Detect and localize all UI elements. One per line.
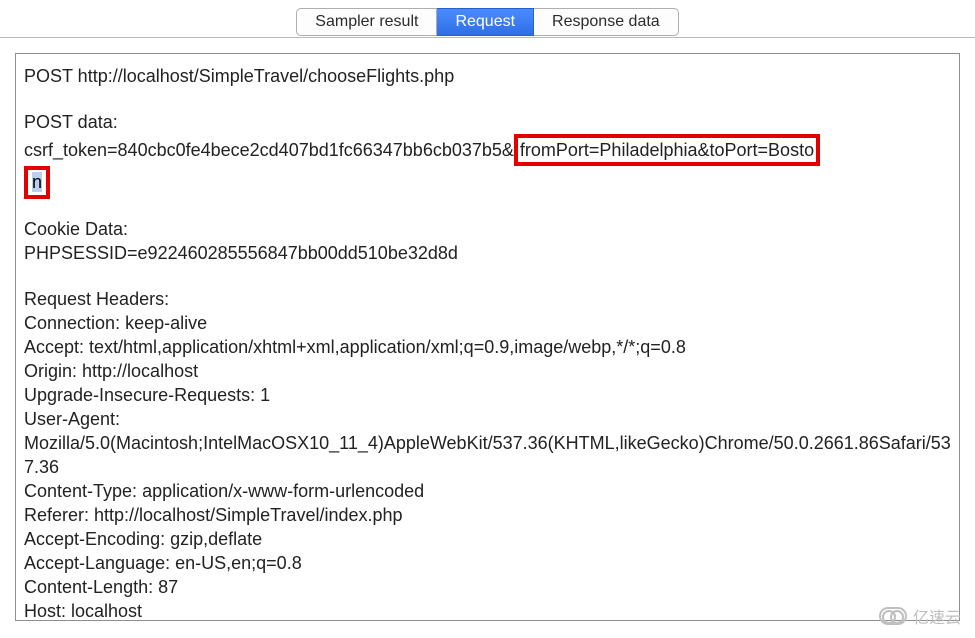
header-user-agent-value: Mozilla/5.0(Macintosh;IntelMacOSX10_11_4… [24,433,951,477]
watermark: 亿速云 [879,604,961,628]
tab-request[interactable]: Request [437,8,534,36]
header-connection: Connection: keep-alive [24,313,207,333]
watermark-icon [879,607,907,625]
request-first-line: POST http://localhost/SimpleTravel/choos… [24,66,454,86]
post-data-params-line1: fromPort=Philadelphia&toPort=Bosto [520,140,814,160]
cookie-phpsessid: PHPSESSID=e922460285556847bb00dd510be32d… [24,243,458,263]
tab-bar: Sampler result Request Response data [0,0,975,38]
header-content-length: Content-Length: 87 [24,577,178,597]
header-accept-encoding: Accept-Encoding: gzip,deflate [24,529,262,549]
header-accept: Accept: text/html,application/xhtml+xml,… [24,337,686,357]
header-accept-language: Accept-Language: en-US,en;q=0.8 [24,553,302,573]
tab-sampler-result[interactable]: Sampler result [296,8,437,36]
highlight-wrap-char: n [24,166,50,199]
request-headers-label: Request Headers: [24,289,169,309]
highlight-from-to-port: fromPort=Philadelphia&toPort=Bosto [514,134,820,166]
header-content-type: Content-Type: application/x-www-form-url… [24,481,424,501]
watermark-text: 亿速云 [913,604,961,628]
header-user-agent-label: User-Agent: [24,409,120,429]
selected-text: n [32,172,42,192]
header-upgrade-insecure: Upgrade-Insecure-Requests: 1 [24,385,270,405]
tab-response-data[interactable]: Response data [534,8,679,36]
cookie-data-label: Cookie Data: [24,219,128,239]
post-data-csrf: csrf_token=840cbc0fe4bece2cd407bd1fc6634… [24,140,514,160]
request-text-panel[interactable]: POST http://localhost/SimpleTravel/choos… [15,53,960,621]
header-host: Host: localhost [24,601,142,621]
post-data-label: POST data: [24,112,118,132]
header-origin: Origin: http://localhost [24,361,198,381]
header-referer: Referer: http://localhost/SimpleTravel/i… [24,505,403,525]
